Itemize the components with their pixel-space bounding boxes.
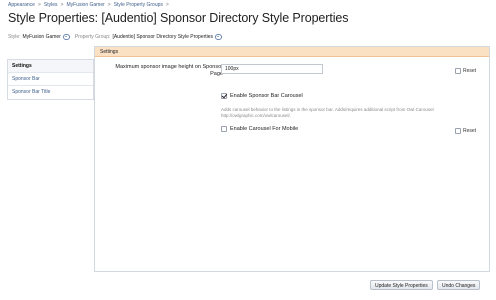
sidebar-item-sponsor-bar-title[interactable]: Sponsor Bar Title	[8, 86, 93, 99]
settings-panel: Settings Maximum sponsor image height on…	[94, 46, 490, 272]
enable-carousel-option[interactable]: Enable Sponsor Bar Carousel	[221, 93, 303, 99]
enable-carousel-checkbox[interactable]	[221, 93, 227, 99]
chevron-down-icon[interactable]	[215, 34, 223, 40]
panel-header: Settings	[95, 47, 489, 57]
undo-changes-button[interactable]: Undo Changes	[437, 280, 481, 290]
breadcrumb-separator: >	[107, 2, 111, 8]
reset-max-height[interactable]: Reset	[455, 68, 476, 74]
sidebar-item-settings[interactable]: Settings	[8, 60, 93, 73]
update-style-properties-button[interactable]: Update Style Properties	[370, 280, 433, 290]
max-image-height-label: Maximum sponsor image height on Sponsor …	[115, 64, 223, 77]
breadcrumb-item-property-groups[interactable]: Style Property Groups	[114, 2, 163, 8]
style-label: Style:	[8, 34, 21, 40]
reset-carousel-mobile[interactable]: Reset	[455, 128, 476, 134]
reset-label: Reset	[463, 68, 477, 74]
breadcrumb-item-style[interactable]: MyFusion Gamer	[66, 2, 104, 8]
reset-checkbox[interactable]	[455, 68, 461, 74]
style-select-value[interactable]: MyFusion Gamer	[23, 34, 61, 40]
carousel-explain-text: Adds carousel behavior to the listings i…	[221, 107, 434, 118]
chevron-down-icon[interactable]	[62, 34, 70, 40]
breadcrumb-separator: >	[60, 2, 64, 8]
enable-carousel-label: Enable Sponsor Bar Carousel	[230, 93, 303, 99]
breadcrumb-item-styles[interactable]: Styles	[44, 2, 58, 8]
breadcrumb: Appearance > Styles > MyFusion Gamer > S…	[8, 2, 169, 8]
sidebar-item-sponsor-bar[interactable]: Sponsor Bar	[8, 73, 93, 86]
reset-checkbox[interactable]	[455, 128, 461, 134]
enable-carousel-mobile-checkbox[interactable]	[221, 126, 227, 132]
reset-label: Reset	[463, 128, 477, 134]
breadcrumb-item-appearance[interactable]: Appearance	[8, 2, 35, 8]
property-group-label: Property Group:	[74, 34, 111, 40]
property-group-select-value[interactable]: [Audentio] Sponsor Directory Style Prope…	[112, 34, 213, 40]
sidebar-tabs: Settings Sponsor Bar Sponsor Bar Title	[7, 59, 94, 100]
breadcrumb-separator: >	[165, 2, 169, 8]
breadcrumb-separator: >	[37, 2, 41, 8]
enable-carousel-mobile-label: Enable Carousel For Mobile	[230, 126, 299, 132]
max-image-height-input[interactable]	[221, 64, 323, 74]
page-title: Style Properties: [Audentio] Sponsor Dir…	[8, 11, 349, 25]
filter-bar: Style: MyFusion Gamer Property Group: [A…	[8, 34, 225, 40]
enable-carousel-mobile-option[interactable]: Enable Carousel For Mobile	[221, 126, 298, 132]
